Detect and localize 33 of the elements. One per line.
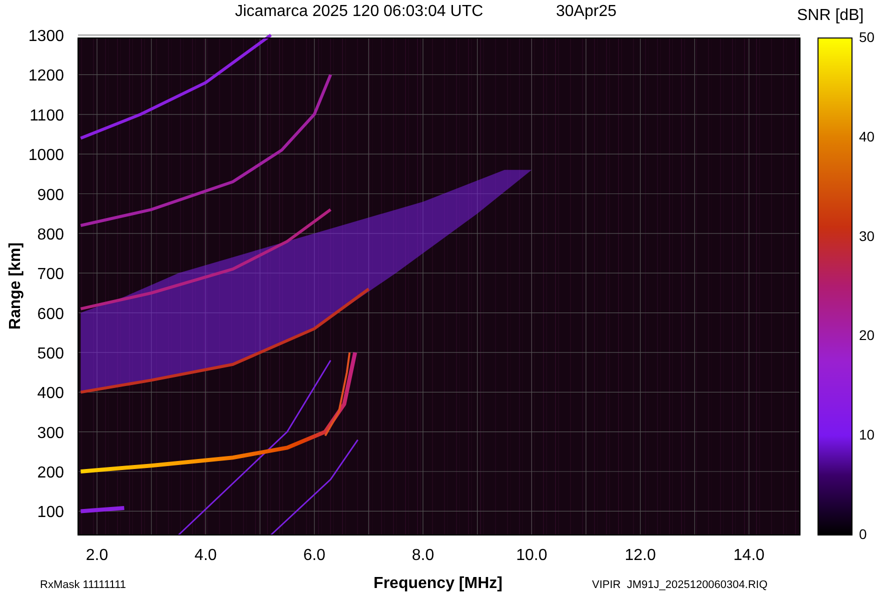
colorbar-tick-label: 0 [859, 526, 867, 542]
x-tick-label: 4.0 [194, 547, 217, 564]
file-name-text: VIPIR JM91J_2025120060304.RIQ [592, 579, 768, 591]
x-tick-label: 6.0 [303, 547, 326, 564]
y-tick-label: 300 [37, 424, 64, 442]
colorbar-tick-label: 30 [859, 228, 875, 244]
y-tick-label: 1200 [28, 68, 64, 85]
y-tick-label: 1000 [28, 147, 64, 164]
plot-date: 30Apr25 [556, 3, 616, 20]
x-tick-label: 8.0 [412, 547, 434, 564]
y-tick-label: 1100 [30, 107, 64, 124]
x-axis-title: Frequency [MHz] [374, 575, 502, 592]
y-tick-label: 500 [37, 345, 64, 362]
y-tick-label: 900 [37, 186, 64, 204]
y-tick-label: 400 [37, 385, 64, 402]
colorbar-tick-label: 50 [859, 29, 875, 45]
rx-mask-text: RxMask 11111111 [40, 579, 126, 591]
y-tick-label: 1300 [28, 28, 64, 46]
x-tick-label: 2.0 [86, 547, 108, 564]
y-tick-label: 800 [37, 226, 64, 244]
plot-title: Jicamarca 2025 120 06:03:04 UTC [235, 3, 484, 20]
x-tick-label: 12.0 [624, 547, 656, 564]
y-tick-label: 600 [37, 306, 64, 323]
x-tick-label: 10.0 [516, 547, 548, 564]
colorbar-tick-label: 20 [859, 327, 875, 344]
y-tick-label: 100 [37, 504, 64, 522]
y-tick-label: 200 [37, 464, 64, 482]
colorbar-tick-label: 10 [859, 426, 875, 443]
colorbar-tick-label: 40 [859, 128, 875, 144]
x-tick-label: 14.0 [733, 547, 765, 564]
y-axis-title: Range [km] [7, 242, 24, 330]
y-tick-label: 700 [37, 266, 64, 284]
colorbar-title: SNR [dB] [797, 7, 864, 24]
